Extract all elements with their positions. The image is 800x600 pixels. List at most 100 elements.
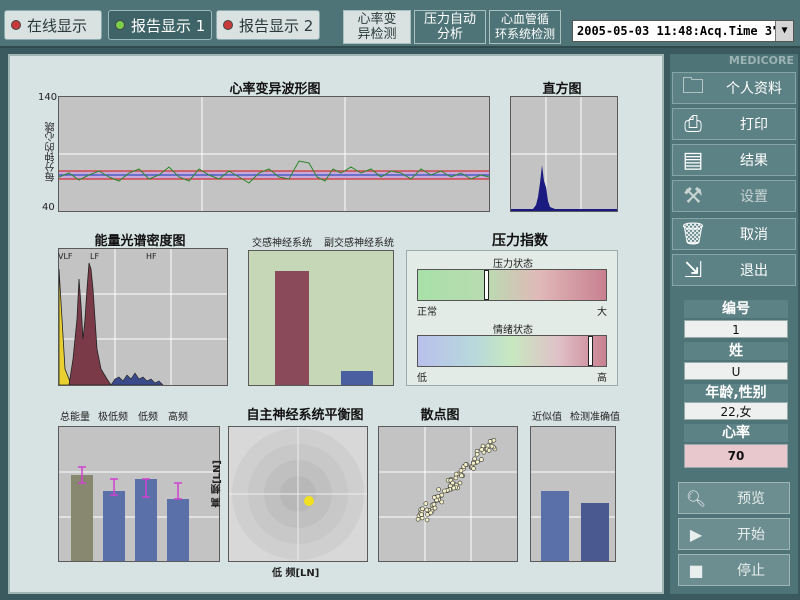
- sympathetic-label: 交感神经系统: [252, 238, 312, 249]
- scatter-point: [474, 451, 480, 457]
- scatter-point: [475, 459, 480, 465]
- trash-icon: 🗑: [679, 221, 707, 247]
- balance-point: [304, 496, 314, 506]
- scatter-point: [457, 480, 463, 486]
- time-select[interactable]: 2005-05-03 11:48:Acq.Time 3" ▼: [572, 20, 794, 42]
- stress-state-bar: [417, 269, 607, 301]
- scatter-point: [471, 466, 476, 471]
- button-label: 打印: [740, 117, 768, 133]
- emotion-high-label: 高: [597, 373, 607, 384]
- approx-value-label: 近似值: [532, 412, 562, 423]
- scatter-point: [487, 439, 493, 444]
- top-bar: 在线显示 报告显示 1 报告显示 2 心率变 异检测 压力自动 分析 心血管循 环系统…: [0, 0, 800, 48]
- tab-label: 报告显示 2: [239, 16, 314, 35]
- tab-cardiovascular-test[interactable]: 心血管循 环系统检测: [489, 10, 561, 44]
- tab-label: 心率变: [357, 12, 397, 27]
- stress-low-label: 正常: [417, 307, 437, 318]
- scatter-point: [423, 501, 429, 506]
- accuracy-svg: [531, 471, 615, 561]
- tab-stress-analysis[interactable]: 压力自动 分析: [414, 10, 486, 44]
- start-button[interactable]: ▶ 开始: [678, 518, 790, 550]
- histogram-plot: [510, 96, 618, 212]
- tab-label: 在线显示: [27, 16, 88, 35]
- psd-band-hf: HF: [146, 252, 157, 261]
- button-label: 取消: [740, 227, 768, 243]
- scatter-point: [453, 475, 459, 481]
- scatter-point: [436, 487, 442, 492]
- tab-online-display[interactable]: 在线显示: [4, 10, 102, 40]
- tab-hrv-test[interactable]: 心率变 异检测: [343, 10, 411, 44]
- histogram-title: 直方图: [542, 82, 582, 97]
- scatter-point: [431, 502, 437, 507]
- scatter-point: [435, 493, 441, 499]
- sympathetic-bar: [275, 271, 309, 385]
- stress-state-marker[interactable]: [484, 270, 489, 300]
- preview-button[interactable]: 🔍︎ 预览: [678, 482, 790, 514]
- tab-label: 环系统检测: [494, 27, 555, 41]
- emotion-low-label: 低: [417, 373, 427, 384]
- surname-label: 姓: [684, 342, 788, 360]
- tab-report-display-1[interactable]: 报告显示 1: [108, 10, 212, 40]
- ans-balance-svg: [229, 427, 367, 561]
- psd-vlf-area: [59, 268, 72, 385]
- result-button[interactable]: ▤ 结果: [672, 144, 796, 176]
- print-button[interactable]: ⎙ 打印: [672, 108, 796, 140]
- scatter-point: [424, 517, 430, 523]
- approx-value-bar: [541, 491, 569, 561]
- tab-label: 心血管循: [500, 12, 549, 26]
- age-gender-value: 22,女: [684, 402, 788, 420]
- ans-activity-plot: [248, 250, 394, 386]
- cancel-button[interactable]: 🗑 取消: [672, 218, 796, 250]
- emotion-state-bar: [417, 335, 607, 367]
- stress-index-panel: 压力状态 正常 大 情绪状态 低 高: [406, 250, 618, 386]
- status-led-icon: [115, 20, 125, 30]
- scatter-point: [459, 473, 464, 479]
- heart-rate-label: 心率: [684, 424, 788, 442]
- chevron-down-icon[interactable]: ▼: [775, 21, 793, 41]
- scatter-point: [415, 517, 421, 522]
- printer-icon: ⎙: [684, 111, 702, 137]
- tab-label: 压力自动: [423, 12, 476, 27]
- tab-label: 报告显示 1: [131, 16, 206, 35]
- psd-lf-area: [68, 262, 112, 385]
- surname-value: U: [684, 362, 788, 380]
- total-power-bar: [71, 475, 93, 561]
- scatter-point: [439, 492, 445, 498]
- scatter-point: [479, 457, 484, 462]
- status-led-icon: [223, 20, 233, 30]
- stress-high-label: 大: [597, 307, 607, 318]
- histogram-svg: [511, 97, 617, 211]
- psd-hf-area: [110, 372, 164, 385]
- stress-state-label: 压力状态: [493, 259, 533, 270]
- psd-band-vlf: VLF: [58, 252, 73, 261]
- button-label: 退出: [740, 263, 768, 279]
- scatter-point: [458, 468, 464, 473]
- histogram-distribution: [511, 165, 617, 211]
- total-power-label: 总能量: [60, 412, 90, 423]
- tab-report-display-2[interactable]: 报告显示 2: [216, 10, 320, 40]
- button-label: 设置: [740, 189, 768, 205]
- exit-button[interactable]: ⇲ 退出: [672, 254, 796, 286]
- tab-label: 异检测: [357, 27, 397, 42]
- sidebar: MEDICORE 🗀 个人资料 ⎙ 打印 ▤ 结果 ⚒ 设置 🗑 取消 ⇲ 退出…: [670, 54, 798, 594]
- scatter-point: [442, 488, 447, 494]
- scatter-point: [479, 447, 484, 452]
- scatter-point: [419, 512, 424, 517]
- hrv-waveform-plot: [58, 96, 490, 212]
- hrv-waveform-title: 心率变异波形图: [229, 82, 321, 97]
- status-led-icon: [11, 20, 21, 30]
- power-bars-plot: [58, 426, 220, 562]
- profile-button[interactable]: 🗀 个人资料: [672, 72, 796, 104]
- magnifier-icon: 🔍︎: [685, 488, 707, 508]
- stop-button[interactable]: ■ 停止: [678, 554, 790, 586]
- button-label: 停止: [737, 563, 765, 579]
- emotion-state-marker[interactable]: [588, 336, 593, 366]
- ans-balance-x-label: 低 频[LN]: [272, 568, 320, 579]
- scatter-svg: [379, 427, 517, 561]
- scatter-point: [491, 438, 497, 443]
- heart-rate-value: 70: [684, 444, 788, 468]
- scatter-point: [424, 507, 430, 513]
- settings-button[interactable]: ⚒ 设置: [672, 180, 796, 212]
- scatter-point: [486, 448, 492, 453]
- scatter-point: [450, 480, 455, 486]
